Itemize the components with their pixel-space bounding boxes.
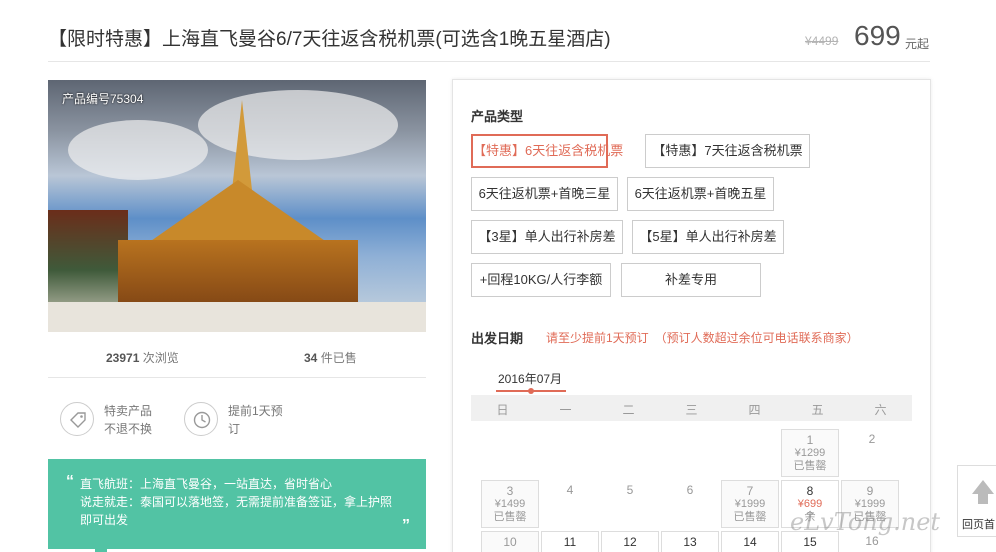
calendar-day: 4 xyxy=(541,480,599,528)
back-to-top-button[interactable]: 回页首 xyxy=(957,465,996,537)
day-number: 10 xyxy=(503,535,517,549)
calendar-day: 10 xyxy=(481,531,539,552)
calendar-day: 5 xyxy=(601,480,659,528)
views-label: 次浏览 xyxy=(139,351,179,365)
calendar-day[interactable]: 13 xyxy=(661,531,719,552)
day-number: 5 xyxy=(626,483,634,497)
cloud-shape xyxy=(68,120,208,180)
quote-line: 直飞航班：上海直飞曼谷，一站直达，省时省心 xyxy=(80,477,333,491)
option-luggage[interactable]: +回程10KG/人行李额 xyxy=(471,263,611,297)
sold-stat: 34 件已售 xyxy=(304,349,357,366)
original-price: ¥4499 xyxy=(805,34,839,48)
weekday: 三 xyxy=(685,403,698,417)
day-price: ¥1299 xyxy=(794,447,826,459)
back-to-top-label: 回页首 xyxy=(962,519,995,531)
weekday: 五 xyxy=(811,403,824,417)
calendar-day: 6 xyxy=(661,480,719,528)
quote-open-icon: “ xyxy=(66,473,74,490)
option-7day-flight[interactable]: 【特惠】7天往返含税机票 xyxy=(645,134,810,168)
option-3star-single[interactable]: 【3星】单人出行补房差 xyxy=(471,220,623,254)
temple-spire-shape xyxy=(232,100,252,190)
month-marker xyxy=(528,388,534,394)
option-5star-single[interactable]: 【5星】单人出行补房差 xyxy=(632,220,784,254)
day-number: 3 xyxy=(506,484,514,498)
option-6day-3star[interactable]: 6天往返机票+首晚三星 xyxy=(471,177,618,211)
option-6day-5star[interactable]: 6天往返机票+首晚五星 xyxy=(627,177,774,211)
departure-date-label: 出发日期 xyxy=(471,331,524,346)
product-stats: 23971 次浏览 34 件已售 xyxy=(48,332,426,378)
day-price: ¥1999 xyxy=(734,498,766,510)
cloud-shape xyxy=(198,90,398,160)
product-title: 【限时特惠】上海直飞曼谷6/7天往返含税机票(可选含1晚五星酒店) xyxy=(48,29,611,50)
arrow-up-icon xyxy=(972,480,994,494)
day-number: 13 xyxy=(683,535,697,549)
option-supplement[interactable]: 补差专用 xyxy=(621,263,761,297)
calendar-day[interactable]: 14 xyxy=(721,531,779,552)
calendar-day-soldout: 7 ¥1999 已售罄 xyxy=(721,480,779,528)
day-number: 16 xyxy=(865,534,879,548)
day-status: 已售罄 xyxy=(493,511,527,523)
day-status: 已售罄 xyxy=(793,460,827,472)
sold-count: 34 xyxy=(304,351,318,365)
option-6day-flight[interactable]: 【特惠】6天往返含税机票 xyxy=(471,134,623,168)
feature-no-refund: 特卖产品 不退不换 xyxy=(104,402,152,438)
calendar-day[interactable]: 11 xyxy=(541,531,599,552)
quote-line: 说走就走：泰国可以落地签，无需提前准备签证，拿上护照 xyxy=(80,495,393,509)
day-number: 15 xyxy=(803,535,817,549)
product-image: 产品编号75304 xyxy=(48,80,426,332)
calendar-day: 2 xyxy=(843,429,901,477)
calendar-day[interactable]: 12 xyxy=(601,531,659,552)
price-unit: 元起 xyxy=(905,37,930,51)
feature-line: 提前1天预 xyxy=(228,404,283,418)
temple-base-shape xyxy=(48,302,426,332)
sale-price: 699 xyxy=(854,20,901,51)
day-number: 11 xyxy=(563,535,577,549)
product-header: 【限时特惠】上海直飞曼谷6/7天往返含税机票(可选含1晚五星酒店) ¥4499 … xyxy=(48,0,930,62)
weekday: 二 xyxy=(622,403,635,417)
feature-advance-booking: 提前1天预 订 xyxy=(228,402,283,438)
weekday: 六 xyxy=(874,403,887,417)
day-number: 9 xyxy=(866,484,874,498)
weekday: 四 xyxy=(748,403,761,417)
weekday-header: 日 一 二 三 四 五 六 xyxy=(471,395,912,421)
watermark: eLvTong.net xyxy=(790,508,941,536)
day-number: 12 xyxy=(623,535,637,549)
calendar-day-soldout: 3 ¥1499 已售罄 xyxy=(481,480,539,528)
day-number: 6 xyxy=(686,483,694,497)
weekday: 一 xyxy=(559,403,572,417)
calendar-day-soldout: 1 ¥1299 已售罄 xyxy=(781,429,839,477)
date-note: 请至少提前1天预订 （预订人数超过余位可电话联系商家） xyxy=(546,331,859,345)
arrow-stem xyxy=(978,494,988,504)
day-number: 2 xyxy=(868,432,876,446)
product-type-label: 产品类型 xyxy=(471,109,524,124)
product-code: 产品编号75304 xyxy=(62,92,144,106)
day-price: ¥1499 xyxy=(494,498,526,510)
booking-panel: 产品类型 【特惠】6天往返含税机票 【特惠】7天往返含税机票 6天往返机票+首晚… xyxy=(452,79,931,552)
weekday: 日 xyxy=(496,403,509,417)
feature-line: 订 xyxy=(228,422,241,436)
day-status: 已售罄 xyxy=(733,511,767,523)
quote-close-icon: ” xyxy=(402,517,410,534)
quote-line: 即可出发 xyxy=(80,513,129,527)
feature-line: 不退不换 xyxy=(104,422,153,436)
month-tab[interactable]: 2016年07月 xyxy=(498,370,562,387)
day-number: 8 xyxy=(806,484,814,498)
clock-icon xyxy=(184,402,218,436)
day-number: 4 xyxy=(566,483,574,497)
day-number: 1 xyxy=(806,433,814,447)
highlight-quote: “ 直飞航班：上海直飞曼谷，一站直达，省时省心 说走就走：泰国可以落地签，无需提… xyxy=(48,459,426,549)
day-number: 14 xyxy=(743,535,757,549)
sold-label: 件已售 xyxy=(317,351,357,365)
views-stat: 23971 次浏览 xyxy=(106,349,179,366)
tag-icon xyxy=(60,402,94,436)
feature-line: 特卖产品 xyxy=(104,404,153,418)
day-number: 7 xyxy=(746,484,754,498)
views-count: 23971 xyxy=(106,351,140,365)
